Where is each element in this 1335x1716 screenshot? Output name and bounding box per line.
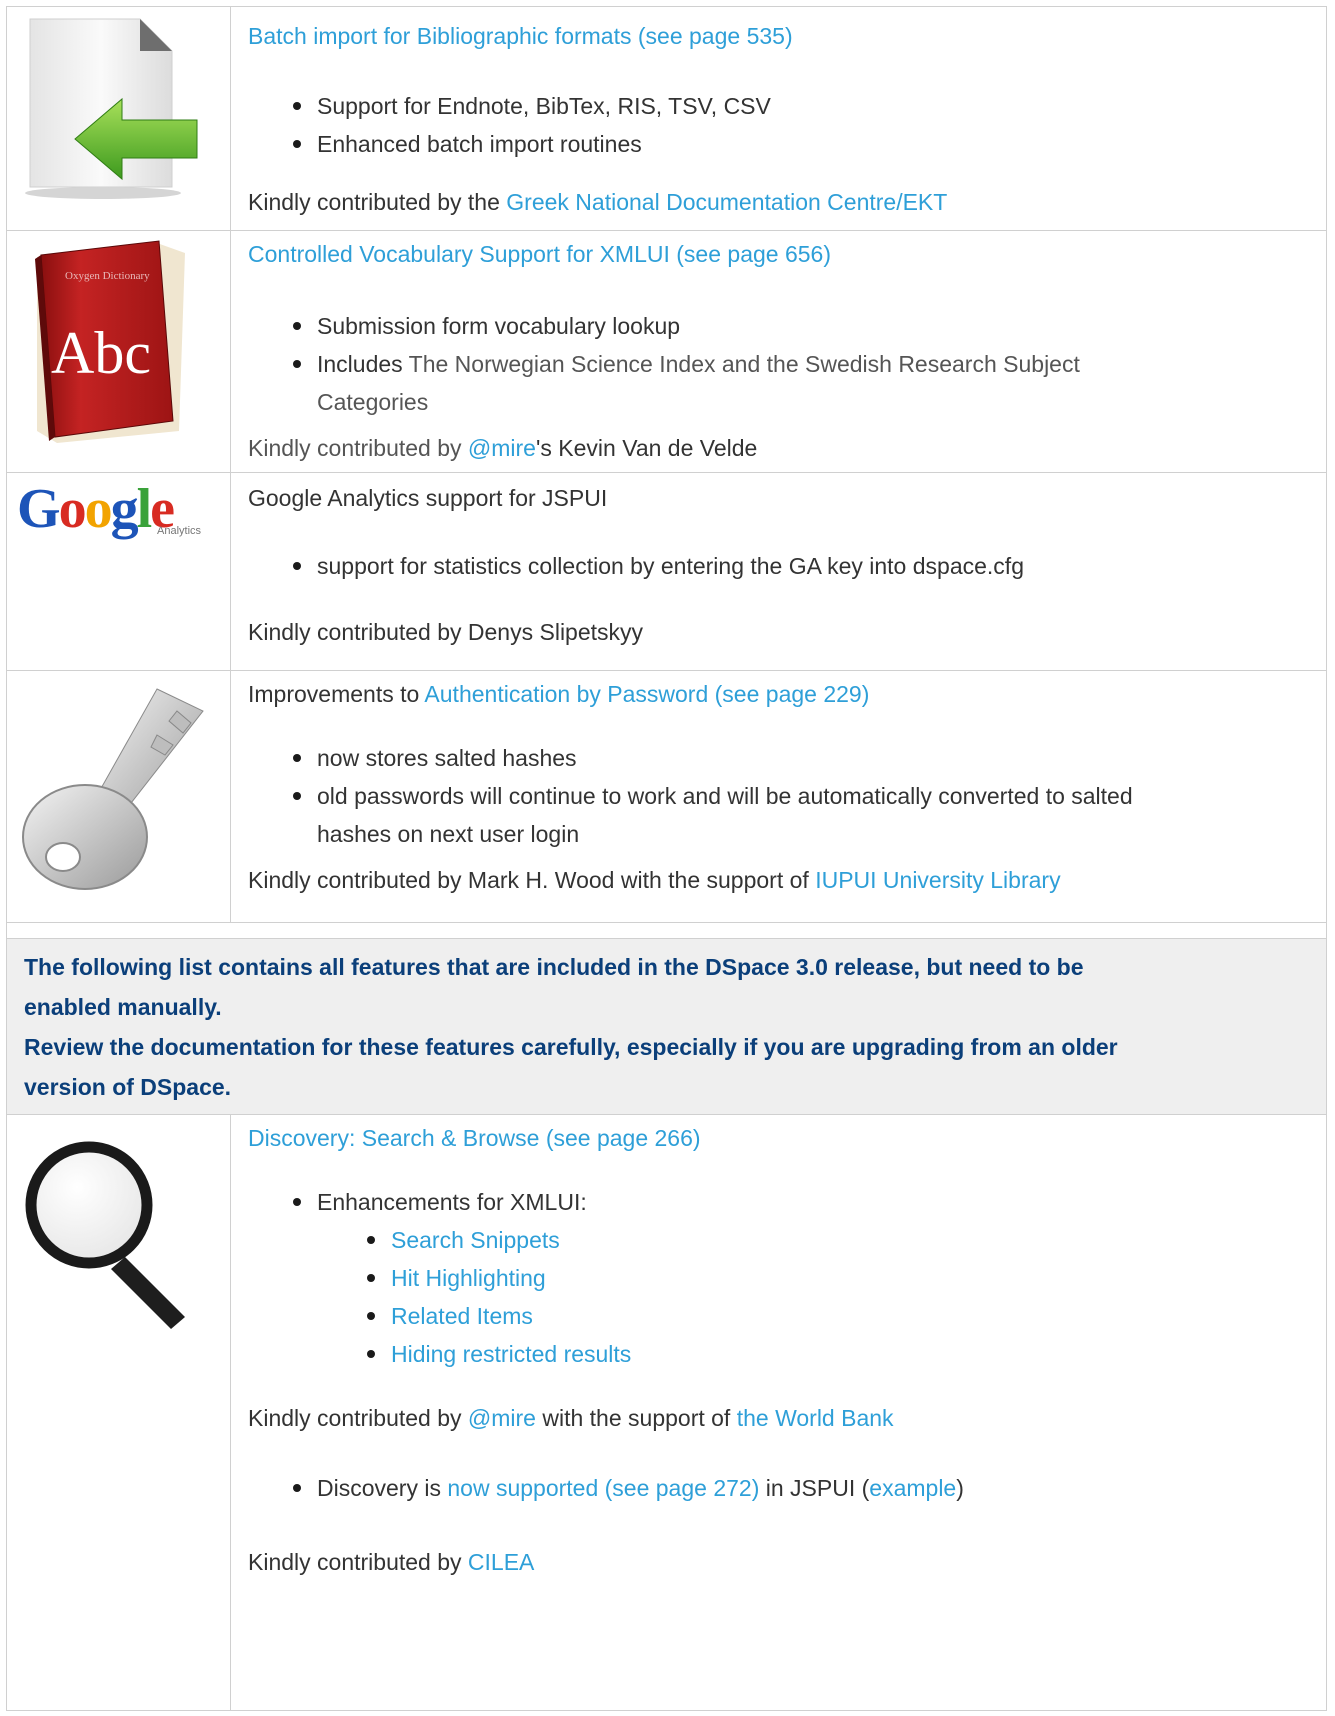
list-item: Hiding restricted results bbox=[366, 1335, 631, 1373]
feature-row-controlled-vocabulary: Oxygen Dictionary Abc Controlled Vocabul… bbox=[6, 230, 1327, 473]
list-item: Support for Endnote, BibTex, RIS, TSV, C… bbox=[293, 87, 771, 125]
atmire-link[interactable]: @mire bbox=[468, 435, 536, 461]
list-item: now stores salted hashes bbox=[293, 739, 1133, 777]
list-item: Discovery is now supported (see page 272… bbox=[293, 1469, 964, 1507]
manual-enable-note: The following list contains all features… bbox=[24, 954, 1118, 1100]
list-item: Hit Highlighting bbox=[366, 1259, 631, 1297]
icon-cell bbox=[6, 670, 231, 923]
icon-cell: Oxygen Dictionary Abc bbox=[6, 230, 231, 473]
hit-highlighting-link[interactable]: Hit Highlighting bbox=[391, 1265, 546, 1291]
list-item: Search Snippets bbox=[366, 1221, 631, 1259]
cilea-link[interactable]: CILEA bbox=[468, 1549, 534, 1575]
spacer-row bbox=[6, 922, 1327, 939]
credit-line: Kindly contributed by Denys Slipetskyy bbox=[248, 619, 644, 645]
list-item: support for statistics collection by ent… bbox=[293, 547, 1024, 585]
feature-title: Google Analytics support for JSPUI bbox=[248, 485, 608, 511]
document-import-icon bbox=[25, 18, 198, 199]
list-item: Related Items bbox=[366, 1297, 631, 1335]
credit-line: Kindly contributed by @mire with the sup… bbox=[248, 1405, 894, 1431]
batch-import-link[interactable]: Batch import for Bibliographic formats (… bbox=[248, 23, 793, 50]
iupui-link[interactable]: IUPUI University Library bbox=[815, 867, 1060, 893]
bullet-list: Submission form vocabulary lookup Includ… bbox=[293, 307, 1217, 421]
hiding-restricted-results-link[interactable]: Hiding restricted results bbox=[391, 1341, 631, 1367]
content-cell: Controlled Vocabulary Support for XMLUI … bbox=[230, 230, 1327, 473]
sub-bullet-list: Search Snippets Hit Highlighting Related… bbox=[366, 1221, 631, 1373]
related-items-link[interactable]: Related Items bbox=[391, 1303, 533, 1329]
ekt-link[interactable]: Greek National Documentation Centre/EKT bbox=[506, 189, 947, 215]
example-link[interactable]: example bbox=[869, 1475, 956, 1501]
bullet-list: Support for Endnote, BibTex, RIS, TSV, C… bbox=[293, 87, 771, 163]
bullet-list: Discovery is now supported (see page 272… bbox=[293, 1469, 964, 1507]
dictionary-book-icon: Oxygen Dictionary Abc bbox=[35, 240, 185, 443]
magnifier-icon bbox=[25, 1141, 185, 1329]
credit-line: Kindly contributed by CILEA bbox=[248, 1549, 535, 1575]
manual-enable-note-row: The following list contains all features… bbox=[6, 938, 1327, 1115]
svg-text:Oxygen Dictionary: Oxygen Dictionary bbox=[65, 270, 150, 282]
list-item: Submission form vocabulary lookup bbox=[293, 307, 1217, 345]
feature-row-batch-import: Batch import for Bibliographic formats (… bbox=[6, 6, 1327, 231]
search-snippets-link[interactable]: Search Snippets bbox=[391, 1227, 560, 1253]
credit-line: Kindly contributed by the Greek National… bbox=[248, 189, 948, 215]
controlled-vocabulary-link[interactable]: Controlled Vocabulary Support for XMLUI … bbox=[248, 241, 831, 268]
list-item: Includes The Norwegian Science Index and… bbox=[293, 345, 1217, 421]
bullet-list: support for statistics collection by ent… bbox=[293, 547, 1024, 585]
google-analytics-logo: Google Analytics bbox=[17, 478, 202, 540]
authentication-link[interactable]: Authentication by Password (see page 229… bbox=[424, 681, 869, 707]
discovery-link[interactable]: Discovery: Search & Browse (see page 266… bbox=[248, 1125, 701, 1152]
list-item: Enhancements for XMLUI: bbox=[293, 1183, 587, 1221]
credit-line: Kindly contributed by @mire's Kevin Van … bbox=[248, 435, 758, 461]
icon-cell bbox=[6, 1114, 231, 1711]
feature-row-discovery: Discovery: Search & Browse (see page 266… bbox=[6, 1114, 1327, 1711]
features-table: Batch import for Bibliographic formats (… bbox=[6, 6, 1327, 1711]
note-cell: The following list contains all features… bbox=[6, 938, 1327, 1115]
icon-cell bbox=[6, 6, 231, 231]
feature-title: Improvements to Authentication by Passwo… bbox=[248, 681, 870, 707]
content-cell: Discovery: Search & Browse (see page 266… bbox=[230, 1114, 1327, 1711]
bullet-list: Enhancements for XMLUI: bbox=[293, 1183, 587, 1221]
book-title-text: Abc bbox=[51, 320, 151, 386]
world-bank-link[interactable]: the World Bank bbox=[737, 1405, 894, 1431]
jspui-discovery-link[interactable]: now supported (see page 272) bbox=[447, 1475, 759, 1501]
icon-cell: Google Analytics bbox=[6, 472, 231, 671]
feature-row-google-analytics: Google Analytics Google Analytics suppor… bbox=[6, 472, 1327, 671]
content-cell: Improvements to Authentication by Passwo… bbox=[230, 670, 1327, 923]
bullet-list: now stores salted hashes old passwords w… bbox=[293, 739, 1133, 853]
key-icon bbox=[22, 688, 204, 890]
list-item: old passwords will continue to work and … bbox=[293, 777, 1133, 853]
credit-line: Kindly contributed by Mark H. Wood with … bbox=[248, 867, 1061, 893]
feature-row-authentication: Improvements to Authentication by Passwo… bbox=[6, 670, 1327, 923]
atmire-link[interactable]: @mire bbox=[468, 1405, 536, 1431]
list-item: Enhanced batch import routines bbox=[293, 125, 771, 163]
content-cell: Batch import for Bibliographic formats (… bbox=[230, 6, 1327, 231]
content-cell: Google Analytics support for JSPUI suppo… bbox=[230, 472, 1327, 671]
